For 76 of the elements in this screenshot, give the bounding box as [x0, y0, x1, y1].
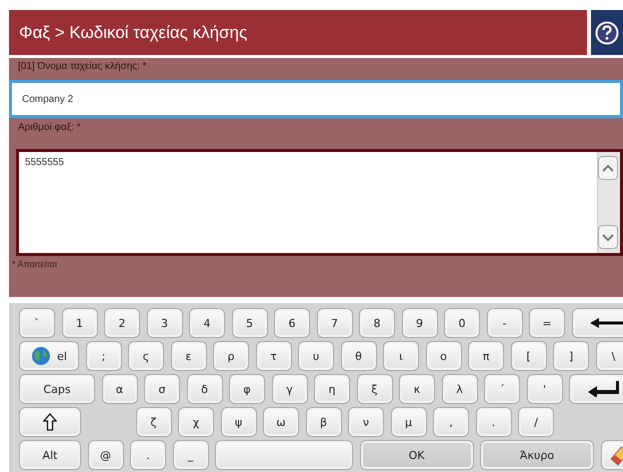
- key[interactable]: /: [518, 407, 554, 437]
- required-note: * Απαιτείται: [11, 258, 58, 269]
- globe-icon: [31, 346, 52, 366]
- key[interactable]: τ: [256, 341, 292, 371]
- key[interactable]: @: [88, 440, 124, 470]
- fax-numbers-field[interactable]: 5555555: [16, 149, 623, 256]
- key[interactable]: ι: [383, 341, 419, 371]
- key[interactable]: ζ: [136, 407, 172, 437]
- key[interactable]: =: [529, 308, 565, 338]
- eraser-icon: [608, 444, 623, 466]
- key[interactable]: 7: [316, 308, 352, 338]
- key[interactable]: 9: [402, 308, 438, 338]
- language-key[interactable]: el: [19, 341, 79, 371]
- key[interactable]: λ: [442, 374, 478, 404]
- key[interactable]: β: [306, 407, 342, 437]
- key[interactable]: `: [19, 308, 55, 338]
- key[interactable]: ]: [553, 341, 589, 371]
- help-button[interactable]: [591, 10, 623, 55]
- key[interactable]: _: [172, 440, 208, 470]
- key[interactable]: 8: [359, 308, 395, 338]
- fax-number-text: 5555555: [24, 156, 64, 170]
- enter-key[interactable]: [569, 374, 623, 404]
- key[interactable]: α: [102, 374, 138, 404]
- key[interactable]: [: [510, 341, 546, 371]
- key[interactable]: θ: [340, 341, 376, 371]
- enter-icon: [588, 381, 620, 397]
- key[interactable]: μ: [390, 407, 426, 437]
- key[interactable]: ρ: [213, 341, 249, 371]
- key[interactable]: κ: [399, 374, 435, 404]
- left-arrow-icon: [590, 318, 623, 328]
- key[interactable]: ξ: [356, 374, 392, 404]
- key[interactable]: ω: [263, 407, 299, 437]
- key[interactable]: 3: [146, 308, 182, 338]
- key[interactable]: ε: [170, 341, 206, 371]
- key[interactable]: γ: [272, 374, 308, 404]
- page-title: Φαξ > Κωδικοί ταχείας κλήσης: [19, 22, 248, 42]
- field-label: [01] Όνομα ταχείας κλήσης: *: [17, 61, 148, 74]
- key[interactable]: ΄: [484, 374, 520, 404]
- key[interactable]: υ: [298, 341, 334, 371]
- key[interactable]: 4: [189, 308, 225, 338]
- key[interactable]: 6: [274, 308, 310, 338]
- key[interactable]: 0: [444, 308, 480, 338]
- backspace-key[interactable]: [572, 308, 623, 338]
- name-input-field[interactable]: Company 2: [9, 80, 623, 118]
- space-key[interactable]: [215, 440, 353, 470]
- scroll-down-icon[interactable]: [598, 225, 618, 249]
- key[interactable]: ;: [86, 341, 122, 371]
- key[interactable]: π: [468, 341, 504, 371]
- key[interactable]: η: [314, 374, 350, 404]
- action-key[interactable]: Άκυρο: [480, 440, 594, 470]
- key[interactable]: ': [526, 374, 562, 404]
- help-icon: [595, 20, 619, 44]
- key[interactable]: σ: [144, 374, 180, 404]
- key[interactable]: .: [476, 407, 512, 437]
- key[interactable]: ,: [433, 407, 469, 437]
- scroll-bar[interactable]: [597, 152, 620, 253]
- key[interactable]: 5: [232, 308, 268, 338]
- scroll-up-icon[interactable]: [598, 156, 618, 180]
- caps-key[interactable]: Caps: [19, 374, 95, 404]
- key[interactable]: .: [130, 440, 166, 470]
- key[interactable]: ς: [128, 341, 164, 371]
- key[interactable]: -: [486, 308, 522, 338]
- key[interactable]: 2: [104, 308, 140, 338]
- key[interactable]: 1: [62, 308, 98, 338]
- key[interactable]: χ: [178, 407, 214, 437]
- key[interactable]: ο: [426, 341, 462, 371]
- key[interactable]: ν: [348, 407, 384, 437]
- key[interactable]: ψ: [220, 407, 256, 437]
- key[interactable]: δ: [186, 374, 222, 404]
- action-key[interactable]: OK: [360, 440, 474, 470]
- key[interactable]: \: [596, 341, 623, 371]
- field-label: Αριθμοί φαξ: *: [17, 122, 82, 135]
- shift-arrow-icon: [43, 413, 57, 431]
- shift-key[interactable]: [19, 407, 81, 437]
- key[interactable]: φ: [229, 374, 265, 404]
- alt-key[interactable]: Alt: [19, 440, 81, 470]
